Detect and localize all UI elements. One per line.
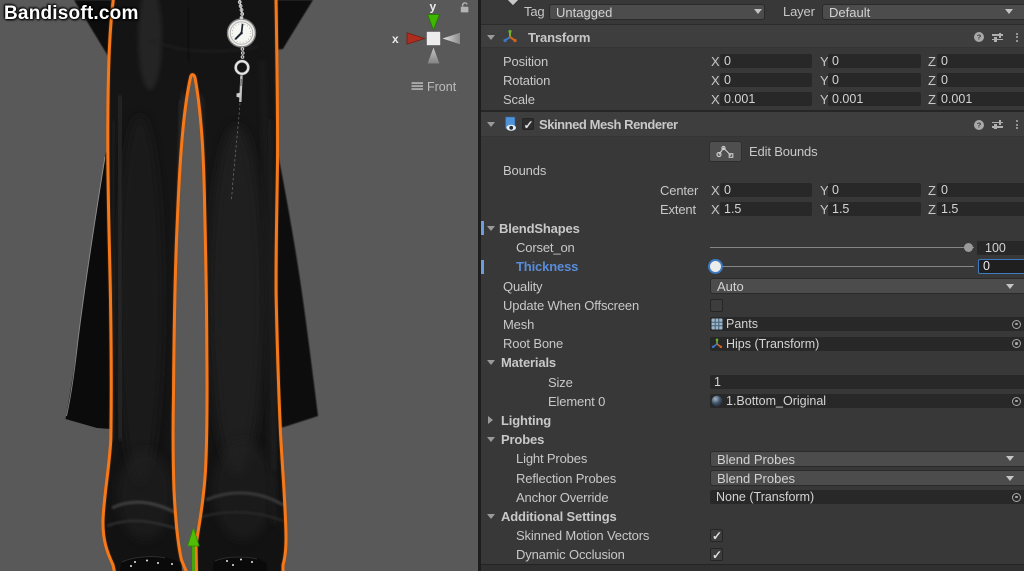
svg-text:x: x (392, 32, 399, 46)
svg-text:?: ? (977, 33, 982, 42)
svg-text:?: ? (977, 120, 982, 129)
svg-text:Front: Front (427, 80, 457, 94)
svg-text:y: y (430, 0, 437, 14)
